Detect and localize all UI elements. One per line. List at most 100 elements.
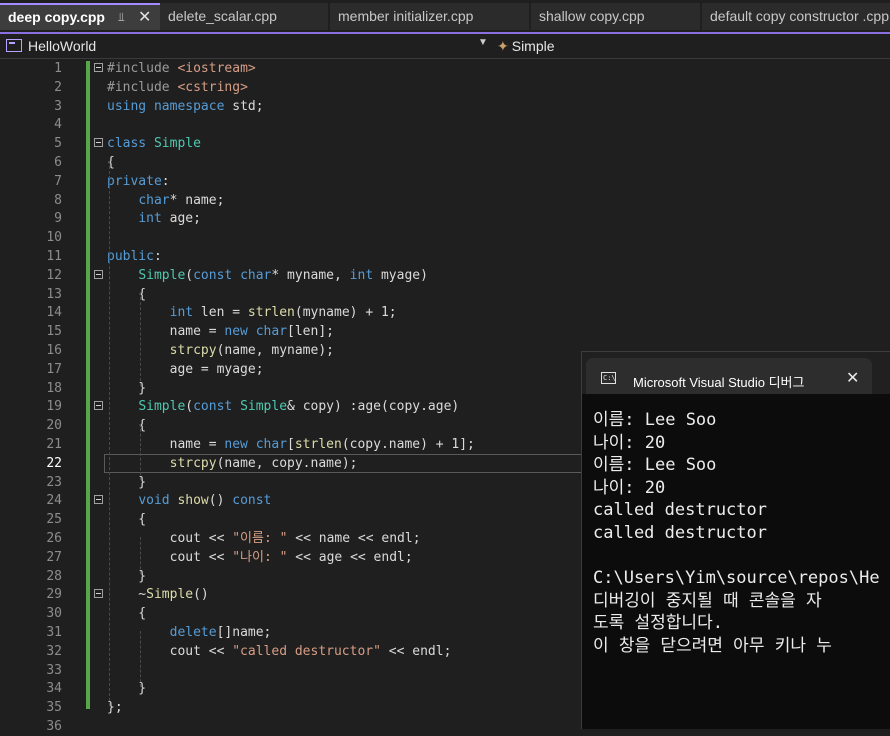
scope-dropdown[interactable]: ✦ Simple: [497, 37, 555, 55]
project-dropdown[interactable]: HelloWorld: [6, 37, 490, 55]
navigation-bar: HelloWorld ▼ ✦ Simple: [0, 34, 890, 59]
line-number: 21: [46, 437, 62, 452]
terminal-icon: [601, 372, 616, 384]
line-number: 28: [46, 568, 62, 584]
line-number: 22: [46, 455, 62, 471]
fold-collapse-icon[interactable]: [94, 138, 103, 148]
code-line[interactable]: 14 int len = strlen(myname) + 1;: [0, 303, 890, 322]
console-line: 이름: Lee Soo: [593, 410, 717, 430]
line-number: 7: [54, 173, 62, 189]
fold-collapse-icon[interactable]: [94, 589, 103, 599]
line-number: 24: [46, 493, 62, 509]
console-line: 이름: Lee Soo: [593, 455, 717, 476]
line-number: 3: [54, 98, 62, 114]
console-line: 나이: 20: [593, 477, 666, 498]
close-icon[interactable]: ✕: [138, 5, 151, 30]
code-text: name = new char[strlen(copy.name) + 1];: [107, 437, 475, 452]
code-line[interactable]: 11 public:: [0, 247, 890, 266]
code-line[interactable]: 3 using namespace std;: [0, 97, 890, 116]
fold-collapse-icon[interactable]: [94, 63, 103, 72]
line-number: 18: [46, 380, 62, 396]
code-line[interactable]: 15 name = new char[len];: [0, 322, 890, 341]
pin-icon[interactable]: ⫫: [118, 5, 125, 30]
line-number: 8: [54, 192, 62, 208]
code-text: Simple(const char* myname, int myage): [138, 267, 428, 283]
tab-delete-scalar[interactable]: delete_scalar.cpp: [160, 3, 328, 30]
fold-collapse-icon[interactable]: [94, 401, 103, 411]
tab-shallow-copy[interactable]: shallow copy.cpp: [531, 3, 700, 30]
document-tab-strip: deep copy.cpp ⫫ ✕ delete_scalar.cpp memb…: [0, 0, 890, 34]
code-line[interactable]: 12 Simple(const char* myname, int myage): [0, 266, 890, 285]
code-text: using namespace std;: [107, 98, 264, 114]
line-number: 13: [46, 286, 62, 302]
tab-label: shallow copy.cpp: [539, 8, 645, 24]
project-name: HelloWorld: [28, 38, 97, 54]
line-number: 31: [46, 625, 62, 640]
line-number: 35: [46, 700, 62, 716]
code-text: Simple(const Simple& copy) :age(copy.age…: [138, 399, 460, 415]
line-number: 5: [54, 136, 62, 152]
code-line[interactable]: 13 {: [0, 285, 890, 304]
code-line[interactable]: 2 #include <cstring>: [0, 78, 890, 97]
code-text: char* name;: [138, 192, 225, 208]
code-text: cout << "called destructor" << endl;: [107, 643, 452, 659]
code-text: strcpy(name, myname);: [169, 343, 334, 358]
line-number: 19: [46, 399, 62, 415]
project-icon: [6, 39, 22, 52]
indent-guide: [140, 423, 141, 481]
code-text: {: [107, 606, 147, 622]
code-text: #include <iostream>: [107, 61, 256, 76]
line-number: 12: [46, 267, 62, 283]
indent-guide: [109, 160, 110, 706]
line-number: 25: [46, 512, 62, 528]
console-line: called destructor: [593, 500, 767, 521]
code-line[interactable]: 7 private:: [0, 172, 890, 191]
code-text: cout << "나이: " << age << endl;: [107, 549, 413, 565]
line-number: 23: [46, 474, 62, 490]
line-number: 4: [54, 117, 62, 133]
line-number: 10: [46, 230, 62, 246]
chevron-down-icon[interactable]: ▼: [478, 37, 488, 48]
code-line[interactable]: 4: [0, 115, 890, 134]
close-icon[interactable]: ✕: [846, 368, 859, 388]
tab-default-copy-constructor[interactable]: default copy constructor .cpp: [702, 3, 890, 30]
console-tab[interactable]: Microsoft Visual Studio 디버그 ✕: [586, 358, 872, 394]
indent-guide: [140, 630, 141, 687]
line-number: 14: [46, 305, 62, 321]
code-line[interactable]: 1 #include <iostream>: [0, 59, 890, 78]
fold-collapse-icon[interactable]: [94, 269, 103, 279]
tab-member-initializer[interactable]: member initializer.cpp: [330, 3, 529, 30]
line-number: 26: [46, 531, 62, 546]
code-text: #include <cstring>: [107, 79, 248, 95]
code-line[interactable]: 6{: [0, 153, 890, 172]
indent-guide: [140, 536, 141, 575]
code-line[interactable]: 10: [0, 228, 890, 247]
line-number: 36: [46, 719, 62, 734]
code-text: age = myage;: [107, 361, 264, 377]
code-text: int age;: [138, 211, 201, 227]
code-line[interactable]: 5 class Simple: [0, 134, 890, 153]
code-text: name = new char[len];: [107, 324, 334, 340]
code-text: int len = strlen(myname) + 1;: [169, 305, 397, 321]
code-line[interactable]: 8 char* name;: [0, 191, 890, 210]
tab-deep-copy[interactable]: deep copy.cpp ⫫ ✕: [0, 3, 160, 30]
code-text: strcpy(name, copy.name);: [169, 455, 358, 471]
tab-label: default copy constructor .cpp: [710, 8, 889, 24]
line-number: 1: [54, 61, 62, 76]
line-number: 15: [46, 324, 62, 340]
scope-name: Simple: [511, 38, 555, 54]
fold-collapse-icon[interactable]: [94, 495, 103, 505]
code-text: ~Simple(): [107, 587, 209, 603]
line-number: 20: [46, 418, 62, 434]
console-line: C:\Users\Yim\source\repos\He: [593, 568, 880, 589]
debug-console-window[interactable]: Microsoft Visual Studio 디버그 ✕ 이름: Lee So…: [581, 351, 890, 729]
console-title: Microsoft Visual Studio 디버그: [633, 375, 805, 390]
line-number: 9: [54, 211, 62, 227]
code-text: public:: [107, 249, 162, 264]
code-text: delete[]name;: [169, 625, 272, 640]
code-line[interactable]: 9 int age;: [0, 209, 890, 228]
console-output: 이름: Lee Soo 나이: 20 이름: Lee Soo 나이: 20 called…: [593, 409, 890, 729]
line-number: 27: [46, 549, 62, 565]
indent-guide: [140, 292, 141, 387]
